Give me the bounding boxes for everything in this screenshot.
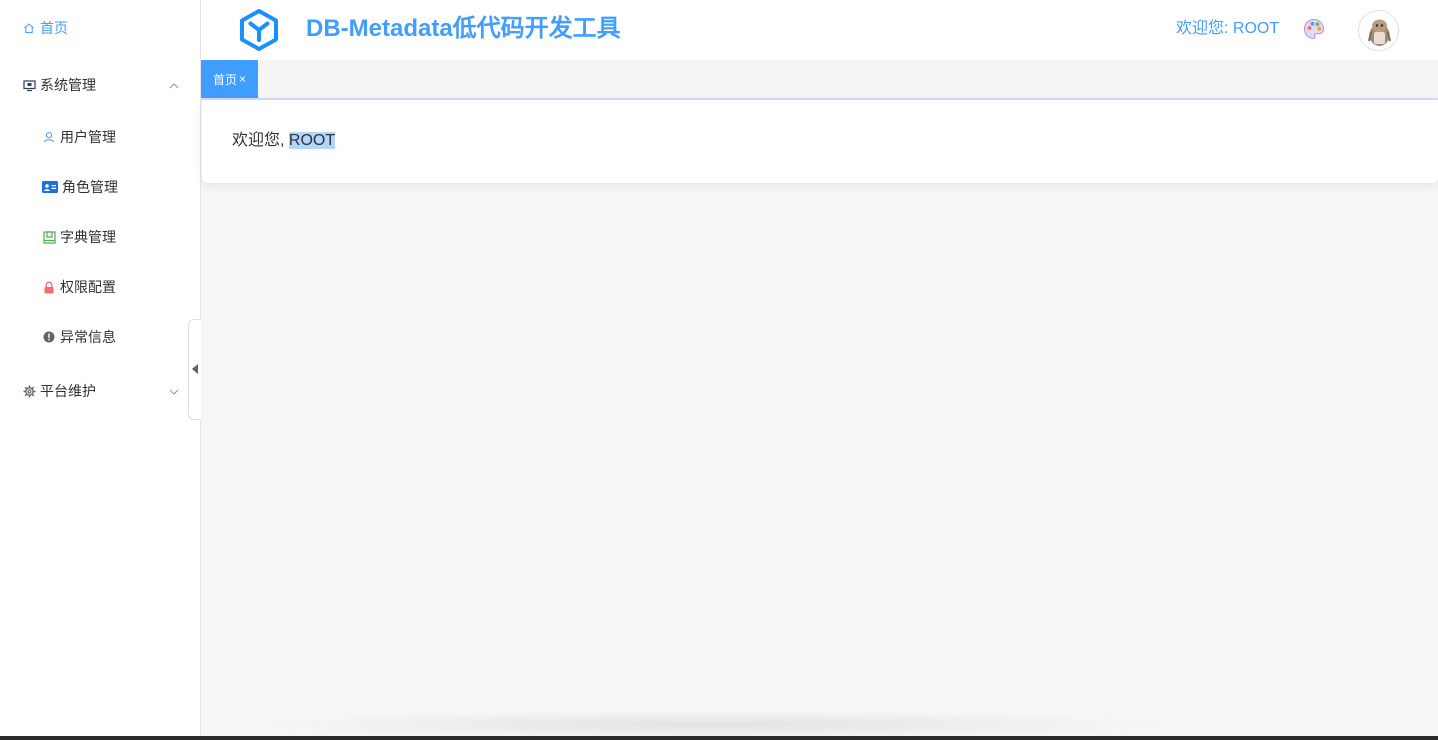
home-icon [22,21,36,35]
header-bar: DB-Metadata低代码开发工具 欢迎您: ROOT [201,0,1438,60]
sidebar-item-platform-maintenance[interactable]: 平台维护 [0,371,200,411]
sidebar-item-role-management[interactable]: 角色管理 [0,167,200,207]
sidebar-item-dictionary-management[interactable]: 字典管理 [0,217,200,257]
sidebar-item-label: 异常信息 [60,329,116,345]
app-title: DB-Metadata低代码开发工具 [306,15,621,42]
sidebar-item-system-management[interactable]: 系统管理 [0,65,200,105]
sidebar-item-label: 权限配置 [60,279,116,295]
sidebar-item-label: 系统管理 [40,77,96,93]
welcome-card: 欢迎您, ROOT [202,100,1438,183]
greeting-text: 欢迎您, [232,132,289,149]
welcome-user-text: 欢迎您: ROOT [1176,20,1280,37]
welcome-message: 欢迎您, ROOT [232,131,336,151]
gear-icon [22,384,36,398]
sidebar-item-label: 平台维护 [40,383,96,399]
sidebar-collapse-handle[interactable] [188,319,201,420]
sidebar-item-label: 用户管理 [60,129,116,145]
warning-icon [42,330,56,344]
chevron-down-icon [168,385,180,397]
monitor-icon [22,78,36,92]
tab-label: 首页 [212,72,237,87]
sidebar-item-home[interactable]: 首页 [0,8,200,48]
sidebar-item-permission-config[interactable]: 权限配置 [0,267,200,307]
lock-icon [42,280,56,294]
app-root: 首页 系统管理 用户管理 角色管理 字典管理 权限配置 异常信息 平台维护 DB… [0,0,1438,740]
cube-logo-icon [236,7,282,53]
sidebar-item-user-management[interactable]: 用户管理 [0,117,200,157]
user-avatar[interactable] [1358,10,1399,51]
palette-icon[interactable] [1303,18,1325,40]
sidebar-item-exception-info[interactable]: 异常信息 [0,317,200,357]
user-icon [42,130,56,144]
tab-home[interactable]: 首页 × [201,60,258,98]
id-card-icon [42,180,58,194]
book-icon [42,230,56,244]
username-text: ROOT [288,132,336,149]
sidebar: 首页 系统管理 用户管理 角色管理 字典管理 权限配置 异常信息 平台维护 [0,0,201,740]
tab-bar: 首页 × [201,60,1438,100]
caret-left-icon [192,361,198,379]
sidebar-item-label: 角色管理 [62,179,118,195]
window-bottom-edge [0,736,1438,740]
sidebar-item-label: 字典管理 [60,229,116,245]
close-icon[interactable]: × [239,72,246,86]
chevron-up-icon [168,79,180,91]
sidebar-item-label: 首页 [40,20,68,36]
